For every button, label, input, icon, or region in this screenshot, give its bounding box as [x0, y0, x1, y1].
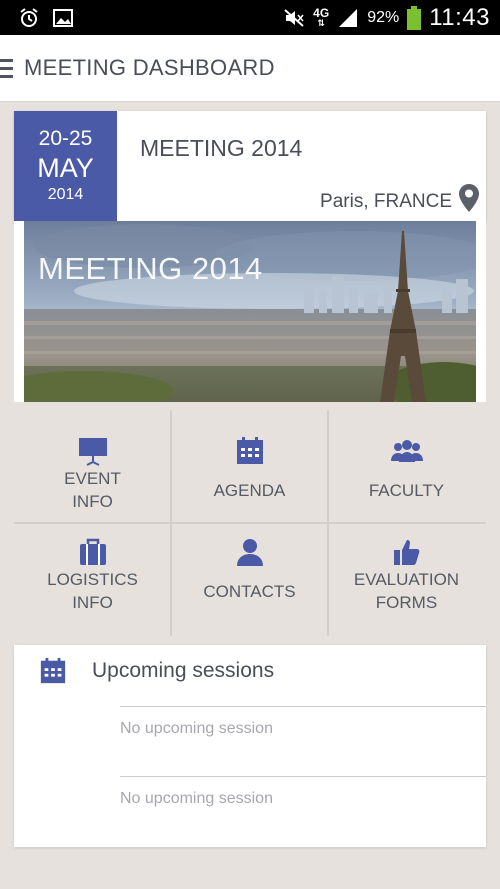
location-pin-icon[interactable] [458, 183, 480, 213]
logistics-info-tile[interactable]: LOGISTICS INFO [14, 523, 171, 636]
faculty-label: FACULTY [368, 481, 445, 500]
meeting-title: MEETING 2014 [140, 135, 303, 161]
thumbs-up-icon [393, 540, 419, 565]
session-empty-text: No upcoming session [120, 790, 273, 807]
evaluation-forms-tile[interactable]: EVALUATION FORMS [328, 523, 485, 636]
date-range: 20-25 [38, 127, 93, 150]
evaluation-forms-label: EVALUATION FORMS [353, 570, 460, 612]
calendar-icon [40, 657, 66, 684]
faculty-tile[interactable]: FACULTY [328, 410, 485, 523]
suitcase-icon [79, 538, 106, 565]
session-list-item[interactable]: No upcoming session [120, 776, 486, 846]
date-year: 2014 [47, 186, 84, 203]
group-icon [390, 440, 423, 462]
clock: 11:43 [429, 4, 490, 31]
hamburger-menu-icon[interactable] [0, 59, 13, 79]
event-info-tile[interactable]: EVENT INFO [14, 410, 171, 523]
meeting-location: Paris, FRANCE [320, 191, 452, 212]
mute-icon [284, 9, 304, 27]
battery-percent: 92% [367, 9, 400, 26]
contacts-label: CONTACTS [203, 582, 296, 601]
agenda-label: AGENDA [213, 481, 286, 500]
date-badge: 20-25 MAY 2014 [14, 111, 117, 221]
calendar-icon [236, 437, 263, 464]
agenda-tile[interactable]: AGENDA [171, 410, 328, 523]
logistics-info-label: LOGISTICS INFO [47, 570, 138, 612]
app-bar: MEETING DASHBOARD [0, 35, 500, 102]
meeting-banner: MEETING 2014 [14, 221, 486, 402]
projector-screen-icon [78, 438, 107, 466]
battery-icon [407, 6, 422, 30]
alarm-icon [20, 8, 38, 27]
event-info-label: EVENT INFO [64, 469, 121, 511]
contacts-tile[interactable]: CONTACTS [171, 523, 328, 636]
session-empty-text: No upcoming session [120, 720, 273, 737]
status-bar: 4G ⇅ 92% 11:43 [0, 0, 500, 35]
upcoming-sessions-card: Upcoming sessions No upcoming session No… [14, 645, 486, 847]
date-month: MAY [37, 153, 94, 183]
page-title: MEETING DASHBOARD [24, 55, 275, 80]
image-icon [53, 9, 73, 27]
network-type: 4G ⇅ [313, 6, 330, 28]
banner-title: MEETING 2014 [38, 251, 263, 286]
session-list-item[interactable]: No upcoming session [120, 706, 486, 776]
signal-icon [339, 9, 358, 27]
navigation-grid: EVENT INFO AGENDA FACULTY LOGISTICS INFO… [14, 410, 486, 636]
paris-skyline-image: MEETING 2014 [24, 221, 476, 402]
person-icon [236, 539, 263, 566]
upcoming-sessions-title: Upcoming sessions [92, 659, 275, 682]
meeting-header-card: 20-25 MAY 2014 MEETING 2014 Paris, FRANC… [14, 111, 486, 221]
